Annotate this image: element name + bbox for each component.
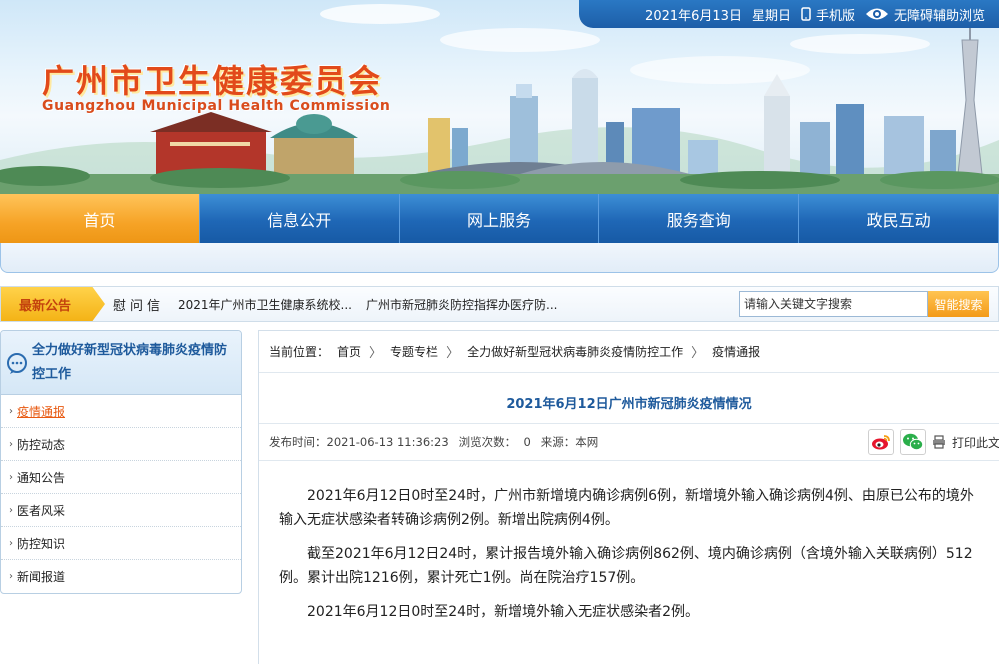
weibo-share-button[interactable] [867, 429, 894, 455]
date-text: 2021年6月13日 [645, 8, 742, 24]
view-count-value: 0 [523, 435, 531, 449]
chevron-right-icon: › [9, 438, 13, 450]
sidebar-item-news-reports[interactable]: › 新闻报道 [1, 560, 241, 593]
chevron-right-icon: › [9, 571, 13, 582]
sidebar-item-medical-staff[interactable]: › 医者风采 [1, 494, 241, 527]
chevron-right-icon: › [9, 405, 13, 417]
source-label: 来源： [540, 435, 576, 449]
notice-tag: 最新公告 [1, 287, 105, 321]
main-navigation: 首页 信息公开 网上服务 服务查询 政民互动 [0, 194, 999, 243]
mobile-phone-icon [801, 7, 811, 21]
accessibility-label: 无障碍辅助浏览 [893, 8, 985, 24]
smart-search-button[interactable]: 智能搜索 [928, 291, 989, 317]
sidebar-item-epidemic-report[interactable]: › 疫情通报 [1, 395, 241, 428]
notice-ticker: 慰问信 2021年广州市卫生健康系统校... 广州市新冠肺炎防控指挥办医疗防..… [113, 287, 557, 321]
breadcrumb: 当前位置： 首页 〉 专题专栏 〉 全力做好新型冠状病毒肺炎疫情防控工作 〉 疫… [259, 331, 999, 373]
nav-item-public-interaction[interactable]: 政民互动 [799, 194, 999, 243]
accessibility-link[interactable]: 无障碍辅助浏览 [865, 5, 985, 24]
sidebar-item-label: 疫情通报 [17, 404, 66, 419]
breadcrumb-item[interactable]: 疫情通报 [712, 343, 760, 360]
nav-item-home[interactable]: 首页 [0, 194, 200, 243]
wechat-icon [902, 433, 924, 451]
mobile-version-label: 手机版 [815, 8, 855, 24]
sidebar-item-prevention-knowledge[interactable]: › 防控知识 [1, 527, 241, 560]
breadcrumb-separator: 〉 [691, 346, 705, 361]
notice-lead-link[interactable]: 慰问信 [113, 295, 164, 314]
breadcrumb-separator: 〉 [446, 346, 460, 361]
article-body: 2021年6月12日0时至24时，广州市新增境内确诊病例6例，新增境外输入确诊病… [279, 484, 979, 634]
publish-time-label: 发布时间： [269, 435, 327, 449]
sidebar-list: › 疫情通报 › 防控动态 › 通知公告 › 医者风采 › 防控知识 › 新闻报道 [1, 395, 241, 593]
site-logo-english[interactable]: Guangzhou Municipal Health Commission [42, 98, 390, 114]
weibo-icon [871, 435, 890, 450]
view-count-label: 浏览次数： [458, 435, 517, 449]
publish-time: 发布时间：2021-06-13 11:36:23 [269, 434, 449, 450]
speech-bubble-icon [7, 353, 27, 374]
mobile-version-link[interactable]: 手机版 [801, 5, 855, 24]
sidebar-item-notices[interactable]: › 通知公告 [1, 461, 241, 494]
sidebar-item-label: 防控知识 [17, 536, 66, 551]
article-paragraph: 截至2021年6月12日24时，累计报告境外输入确诊病例862例、境内确诊病例（… [279, 546, 973, 586]
nav-item-service-query[interactable]: 服务查询 [599, 194, 800, 243]
breadcrumb-item[interactable]: 全力做好新型冠状病毒肺炎疫情防控工作 [467, 343, 683, 360]
header-banner: 广州市卫生健康委员会 Guangzhou Municipal Health Co… [0, 0, 999, 194]
view-count: 浏览次数： 0 [459, 434, 531, 450]
chevron-right-icon: › [9, 471, 13, 483]
nav-item-info-disclosure[interactable]: 信息公开 [200, 194, 400, 243]
chevron-right-icon: › [9, 504, 13, 516]
article-panel: 当前位置： 首页 〉 专题专栏 〉 全力做好新型冠状病毒肺炎疫情防控工作 〉 疫… [258, 330, 999, 664]
nav-item-online-service[interactable]: 网上服务 [400, 194, 600, 243]
chevron-right-icon: › [9, 537, 13, 549]
site-logo-chinese[interactable]: 广州市卫生健康委员会 [42, 56, 382, 102]
printer-icon[interactable] [932, 435, 946, 449]
eye-icon [865, 8, 888, 20]
publish-time-value: 2021-06-13 11:36:23 [326, 435, 449, 449]
article-meta: 发布时间：2021-06-13 11:36:23 浏览次数： 0 来源：本网 打… [259, 423, 999, 461]
article-paragraph: 2021年6月12日0时至24时，广州市新增境内确诊病例6例，新增境外输入确诊病… [279, 488, 974, 528]
sub-navigation-bar [0, 243, 999, 273]
current-date: 2021年6月13日 [645, 5, 742, 24]
article-source: 来源：本网 [541, 434, 599, 450]
sidebar-item-label: 医者风采 [17, 503, 66, 518]
wechat-share-button[interactable] [899, 429, 926, 455]
sidebar-item-label: 防控动态 [17, 437, 66, 452]
article-paragraph: 2021年6月12日0时至24时，新增境外输入无症状感染者2例。 [307, 604, 699, 620]
share-tools: 打印此文 [867, 424, 999, 460]
top-utility-bar: 2021年6月13日 星期日 手机版 无障碍辅助浏览 [579, 0, 999, 28]
sidebar-item-label: 通知公告 [17, 470, 66, 485]
weekday-text: 星期日 [751, 8, 791, 24]
breadcrumb-item[interactable]: 首页 [337, 343, 361, 360]
search-input[interactable] [739, 291, 928, 317]
notice-item[interactable]: 2021年广州市卫生健康系统校... [178, 296, 352, 313]
sidebar-item-prevention-news[interactable]: › 防控动态 [1, 428, 241, 461]
current-weekday: 星期日 [752, 5, 791, 24]
sidebar-title[interactable]: 全力做好新型冠状病毒肺炎疫情防控工作 [32, 339, 238, 387]
sidebar-item-label: 新闻报道 [17, 570, 66, 584]
source-value: 本网 [575, 435, 599, 449]
breadcrumb-separator: 〉 [369, 346, 383, 361]
notice-item[interactable]: 广州市新冠肺炎防控指挥办医疗防... [366, 296, 557, 313]
site-search: 智能搜索 [739, 291, 989, 317]
breadcrumb-prefix: 当前位置： [269, 345, 330, 359]
breadcrumb-item[interactable]: 专题专栏 [390, 343, 438, 360]
sidebar-header: 全力做好新型冠状病毒肺炎疫情防控工作 [1, 331, 241, 395]
notice-bar: 最新公告 慰问信 2021年广州市卫生健康系统校... 广州市新冠肺炎防控指挥办… [0, 286, 999, 322]
topic-sidebar: 全力做好新型冠状病毒肺炎疫情防控工作 › 疫情通报 › 防控动态 › 通知公告 › 医者… [0, 330, 242, 594]
print-article-link[interactable]: 打印此文 [952, 434, 999, 451]
article-title: 2021年6月12日广州市新冠肺炎疫情情况 [506, 397, 752, 412]
